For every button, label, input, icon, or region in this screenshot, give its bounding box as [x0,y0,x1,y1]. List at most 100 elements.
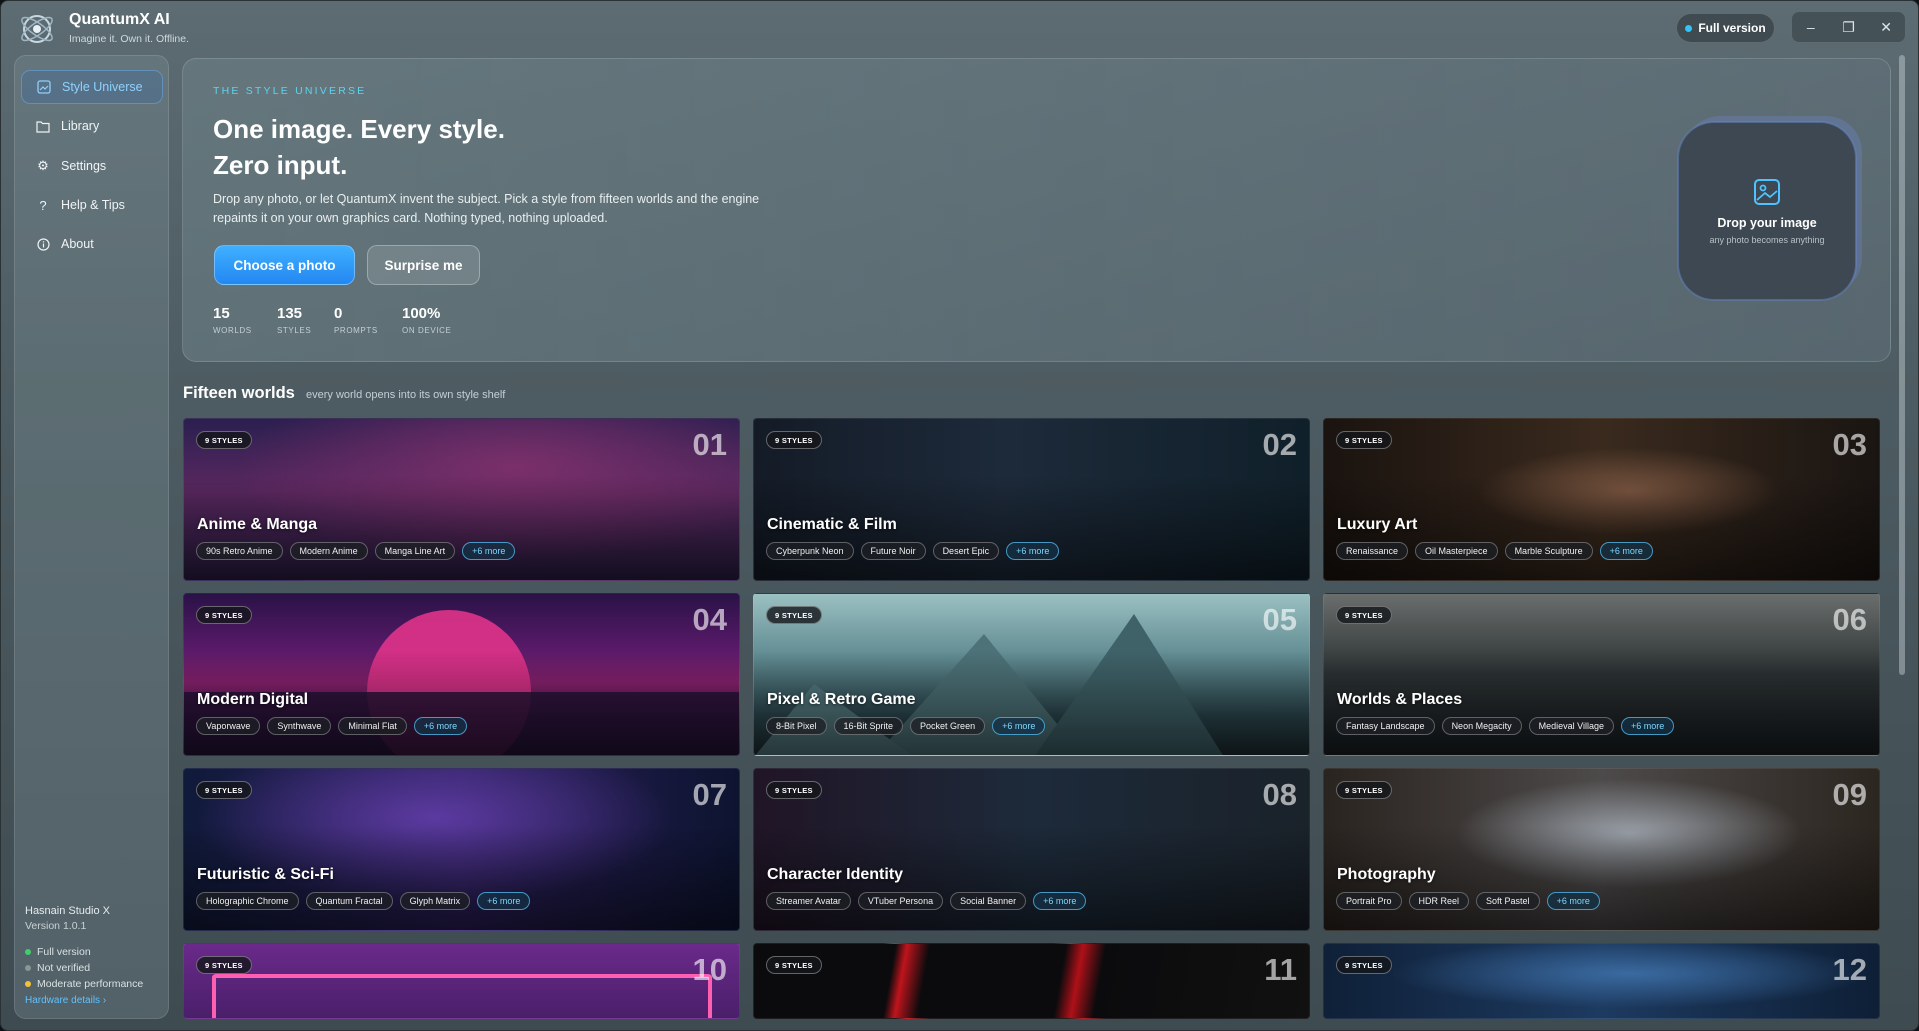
quantumx-logo-icon [21,15,53,43]
stat-prompts: 0 PROMPTS [334,305,378,335]
style-chip[interactable]: VTuber Persona [857,892,944,910]
style-chip[interactable]: Renaissance [1336,542,1409,560]
world-number: 07 [692,777,727,812]
world-title: Anime & Manga [197,516,318,533]
worlds-section-title: Fifteen worlds [183,384,295,402]
stat-label: PROMPTS [334,326,378,335]
sidebar-item-style-universe[interactable]: Style Universe [21,70,163,104]
more-styles-chip[interactable]: +6 more [1599,542,1653,560]
world-title: Pixel & Retro Game [767,691,916,708]
style-chip[interactable]: Fantasy Landscape [1336,717,1435,735]
more-styles-chip[interactable]: +6 more [413,717,468,735]
more-styles-chip[interactable]: +6 more [1033,892,1087,910]
sidebar-item-settings[interactable]: ⚙ Settings [21,149,163,183]
style-chip[interactable]: Manga Line Art [374,542,456,560]
more-styles-chip[interactable]: +6 more [462,542,516,560]
style-chip[interactable]: Neon Megacity [1441,717,1522,735]
choose-photo-button[interactable]: Choose a photo [214,245,355,285]
scrollbar[interactable] [1899,55,1905,675]
style-chip[interactable]: Synthwave [267,717,332,735]
world-number: 10 [692,952,727,987]
world-number: 01 [692,427,727,462]
world-title: Character Identity [767,866,904,883]
style-chip[interactable]: Desert Epic [932,542,1000,560]
style-chip[interactable]: Modern Anime [289,542,368,560]
hero-description: Drop any photo, or let QuantumX invent t… [213,192,760,225]
world-title: Photography [1337,866,1436,883]
status-label: Moderate performance [37,978,144,990]
stat-worlds: 15 WORLDS [213,305,252,335]
style-chip[interactable]: 90s Retro Anime [196,542,283,560]
hero-headline-line-1: One image. Every style. [213,114,505,144]
world-card-worlds-places[interactable]: 9 STYLES 06 Worlds & Places Fantasy Land… [1323,593,1880,756]
version-label: Version 1.0.1 [25,920,87,932]
world-title: Modern Digital [197,691,309,708]
style-chip[interactable]: Pocket Green [910,717,986,735]
world-card-11[interactable]: 9 STYLES 11 [753,943,1310,1019]
sidebar-item-label: Library [61,119,100,133]
stat-value: 135 [277,305,303,322]
close-icon[interactable]: ✕ [1871,19,1901,36]
minimize-icon[interactable]: – [1796,19,1826,35]
world-card-futuristic-scifi[interactable]: 9 STYLES 07 Futuristic & Sci-Fi Holograp… [183,768,740,931]
world-card-pixel-retro-game[interactable]: 9 STYLES 05 Pixel & Retro Game 8-Bit Pix… [753,593,1310,756]
style-chip[interactable]: Quantum Fractal [305,892,393,910]
style-chip[interactable]: Oil Masterpiece [1415,542,1498,560]
restore-icon[interactable]: ❐ [1833,19,1863,36]
styles-badge: 9 STYLES [196,956,252,974]
style-chip[interactable]: Minimal Flat [338,717,407,735]
status-dot-icon [25,981,31,987]
more-styles-chip[interactable]: +6 more [992,717,1046,735]
world-title: Futuristic & Sci-Fi [197,866,334,883]
status-label: Not verified [37,962,91,974]
style-chip[interactable]: Future Noir [860,542,926,560]
image-dropzone[interactable]: Drop your image any photo becomes anythi… [1678,122,1856,300]
sidebar-item-label: Help & Tips [61,198,125,212]
world-card-10[interactable]: 9 STYLES 10 [183,943,740,1019]
sidebar-item-about[interactable]: About [21,227,163,261]
world-card-modern-digital[interactable]: 9 STYLES 04 Modern Digital Vaporwave Syn… [183,593,740,756]
style-chip[interactable]: Cyberpunk Neon [766,542,854,560]
style-chip[interactable]: Marble Sculpture [1504,542,1593,560]
hero-headline-line-2: Zero input. [213,150,348,180]
app-window: QuantumX AI Imagine it. Own it. Offline.… [0,0,1919,1031]
folder-icon [35,118,51,134]
style-chips: Holographic Chrome Quantum Fractal Glyph… [196,892,531,910]
style-chip[interactable]: Medieval Village [1528,717,1614,735]
world-number: 03 [1832,427,1867,462]
more-styles-chip[interactable]: +6 more [477,892,531,910]
style-chip[interactable]: Streamer Avatar [766,892,851,910]
world-card-anime-manga[interactable]: 9 STYLES 01 Anime & Manga 90s Retro Anim… [183,418,740,581]
style-chip[interactable]: Glyph Matrix [399,892,471,910]
world-title: Cinematic & Film [767,516,897,533]
full-version-button[interactable]: Full version [1676,13,1775,43]
hardware-details-link[interactable]: Hardware details › [25,995,165,1006]
world-card-photography[interactable]: 9 STYLES 09 Photography Portrait Pro HDR… [1323,768,1880,931]
style-chip[interactable]: 8-Bit Pixel [766,717,827,735]
world-number: 09 [1832,777,1867,812]
world-card-cinematic-film[interactable]: 9 STYLES 02 Cinematic & Film Cyberpunk N… [753,418,1310,581]
style-chip[interactable]: Holographic Chrome [196,892,299,910]
app-title: QuantumX AI [69,11,170,28]
more-styles-chip[interactable]: +6 more [1546,892,1600,910]
status-performance: Moderate performance [25,978,165,990]
sidebar-item-library[interactable]: Library [21,109,163,143]
stat-value: 15 [213,305,230,322]
dropzone-subtitle: any photo becomes anything [1709,234,1825,245]
sidebar-item-help[interactable]: ? Help & Tips [21,188,163,222]
style-chip[interactable]: HDR Reel [1408,892,1470,910]
world-card-12[interactable]: 9 STYLES 12 [1323,943,1880,1019]
surprise-me-button[interactable]: Surprise me [367,245,480,285]
world-card-luxury-art[interactable]: 9 STYLES 03 Luxury Art Renaissance Oil M… [1323,418,1880,581]
world-card-character-identity[interactable]: 9 STYLES 08 Character Identity Streamer … [753,768,1310,931]
style-chip[interactable]: 16-Bit Sprite [833,717,904,735]
style-chips: Fantasy Landscape Neon Megacity Medieval… [1336,717,1675,735]
style-chip[interactable]: Vaporwave [196,717,261,735]
more-styles-chip[interactable]: +6 more [1006,542,1060,560]
style-chip[interactable]: Portrait Pro [1336,892,1402,910]
styles-badge: 9 STYLES [766,431,822,449]
style-chip[interactable]: Soft Pastel [1476,892,1540,910]
more-styles-chip[interactable]: +6 more [1620,717,1675,735]
style-chips: 90s Retro Anime Modern Anime Manga Line … [196,542,516,560]
style-chip[interactable]: Social Banner [950,892,1027,910]
